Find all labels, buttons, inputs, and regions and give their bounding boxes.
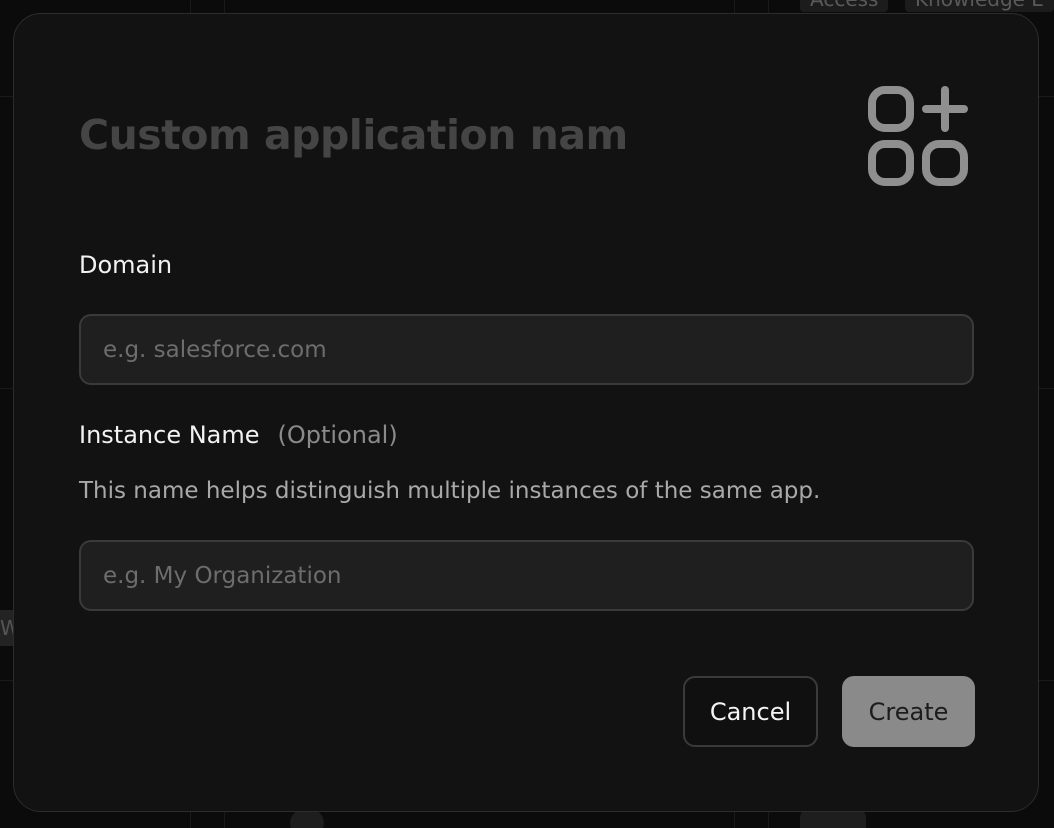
background-tag: Knowledge E (905, 0, 1054, 12)
optional-label: (Optional) (278, 421, 398, 449)
create-custom-app-dialog: Domain Instance Name (Optional) This name… (13, 13, 1039, 812)
instance-name-helper-text: This name helps distinguish multiple ins… (79, 476, 820, 506)
create-button[interactable]: Create (842, 676, 975, 747)
background-tag: Access (800, 0, 888, 12)
apps-add-icon (866, 84, 970, 188)
cancel-button[interactable]: Cancel (683, 676, 818, 747)
domain-input[interactable] (79, 314, 974, 385)
domain-label: Domain (79, 250, 172, 280)
background-chip: Wo (0, 610, 14, 646)
app-name-input[interactable] (79, 109, 629, 161)
instance-name-label-text: Instance Name (79, 421, 260, 449)
instance-name-label: Instance Name (Optional) (79, 420, 398, 450)
instance-name-input[interactable] (79, 540, 974, 611)
